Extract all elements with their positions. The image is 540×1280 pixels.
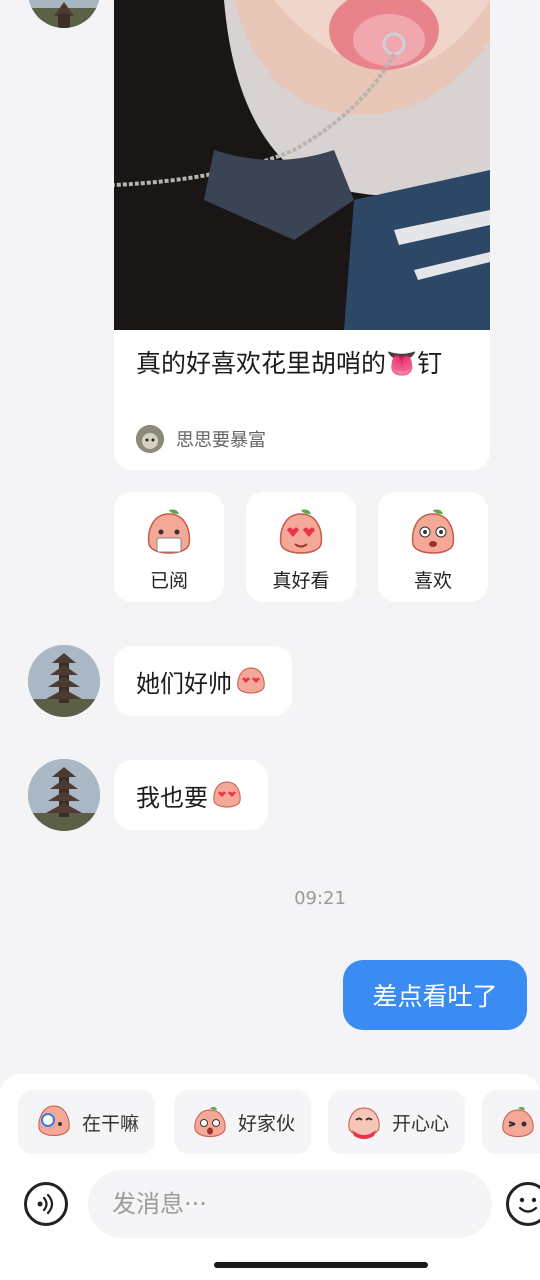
incoming-message[interactable]: 她们好帅 bbox=[114, 646, 292, 716]
post-title: 真的好喜欢花里胡哨的👅钉 bbox=[136, 349, 443, 378]
shared-post-card[interactable]: 真的好喜欢花里胡哨的👅钉 思思要暴富 bbox=[114, 0, 490, 470]
pagoda-avatar-image bbox=[28, 759, 100, 831]
reaction-label: 已阅 bbox=[149, 570, 188, 592]
peach-happy-icon bbox=[348, 1107, 380, 1139]
reaction-like[interactable]: 喜欢 bbox=[378, 492, 488, 602]
pagoda-avatar-image bbox=[28, 645, 100, 717]
quick-reply-chip[interactable]: 好家伙 bbox=[174, 1090, 312, 1154]
contact-avatar[interactable] bbox=[28, 759, 100, 831]
peach-reading-icon bbox=[147, 509, 191, 554]
quick-reply-chip[interactable]: 在干嘛 bbox=[18, 1090, 156, 1154]
author-avatar bbox=[136, 425, 164, 453]
incoming-message[interactable]: 我也要 bbox=[114, 760, 268, 830]
home-indicator[interactable] bbox=[214, 1262, 428, 1268]
quick-reply-chip[interactable] bbox=[482, 1090, 540, 1154]
message-input[interactable] bbox=[88, 1170, 492, 1238]
reaction-label: 真好看 bbox=[272, 570, 330, 592]
message-text: 她们好帅 bbox=[136, 669, 232, 698]
reaction-label: 喜欢 bbox=[413, 570, 452, 592]
cat-avatar-icon bbox=[136, 425, 164, 453]
heart-eyes-peach-icon bbox=[213, 781, 241, 808]
smiley-icon bbox=[518, 1197, 538, 1213]
author-name: 思思要暴富 bbox=[176, 430, 266, 451]
peach-wink-icon bbox=[502, 1106, 534, 1137]
peach-peek-icon bbox=[38, 1105, 70, 1136]
chip-label: 开心心 bbox=[392, 1112, 450, 1135]
message-timestamp: 09:21 bbox=[294, 888, 346, 909]
post-author[interactable]: 思思要暴富 bbox=[136, 424, 266, 454]
contact-avatar[interactable] bbox=[28, 0, 100, 28]
voice-input-button[interactable] bbox=[24, 1182, 68, 1226]
post-cover-image bbox=[114, 0, 490, 330]
sound-wave-icon bbox=[37, 1193, 54, 1215]
message-text: 我也要 bbox=[136, 783, 208, 812]
chip-label: 在干嘛 bbox=[82, 1112, 140, 1135]
peach-starry-eyes-icon bbox=[411, 509, 455, 554]
reaction-read[interactable]: 已阅 bbox=[114, 492, 224, 602]
peach-heart-eyes-icon bbox=[279, 509, 323, 554]
contact-avatar[interactable] bbox=[28, 645, 100, 717]
reaction-looks-good[interactable]: 真好看 bbox=[246, 492, 356, 602]
heart-eyes-peach-icon bbox=[237, 667, 265, 694]
chip-label: 好家伙 bbox=[238, 1112, 296, 1135]
outgoing-message[interactable]: 差点看吐了 bbox=[343, 960, 527, 1030]
peach-shocked-icon bbox=[194, 1106, 226, 1137]
quick-reply-chip[interactable]: 开心心 bbox=[328, 1090, 466, 1154]
emoji-button[interactable] bbox=[506, 1182, 540, 1226]
pagoda-avatar-image bbox=[28, 0, 100, 28]
